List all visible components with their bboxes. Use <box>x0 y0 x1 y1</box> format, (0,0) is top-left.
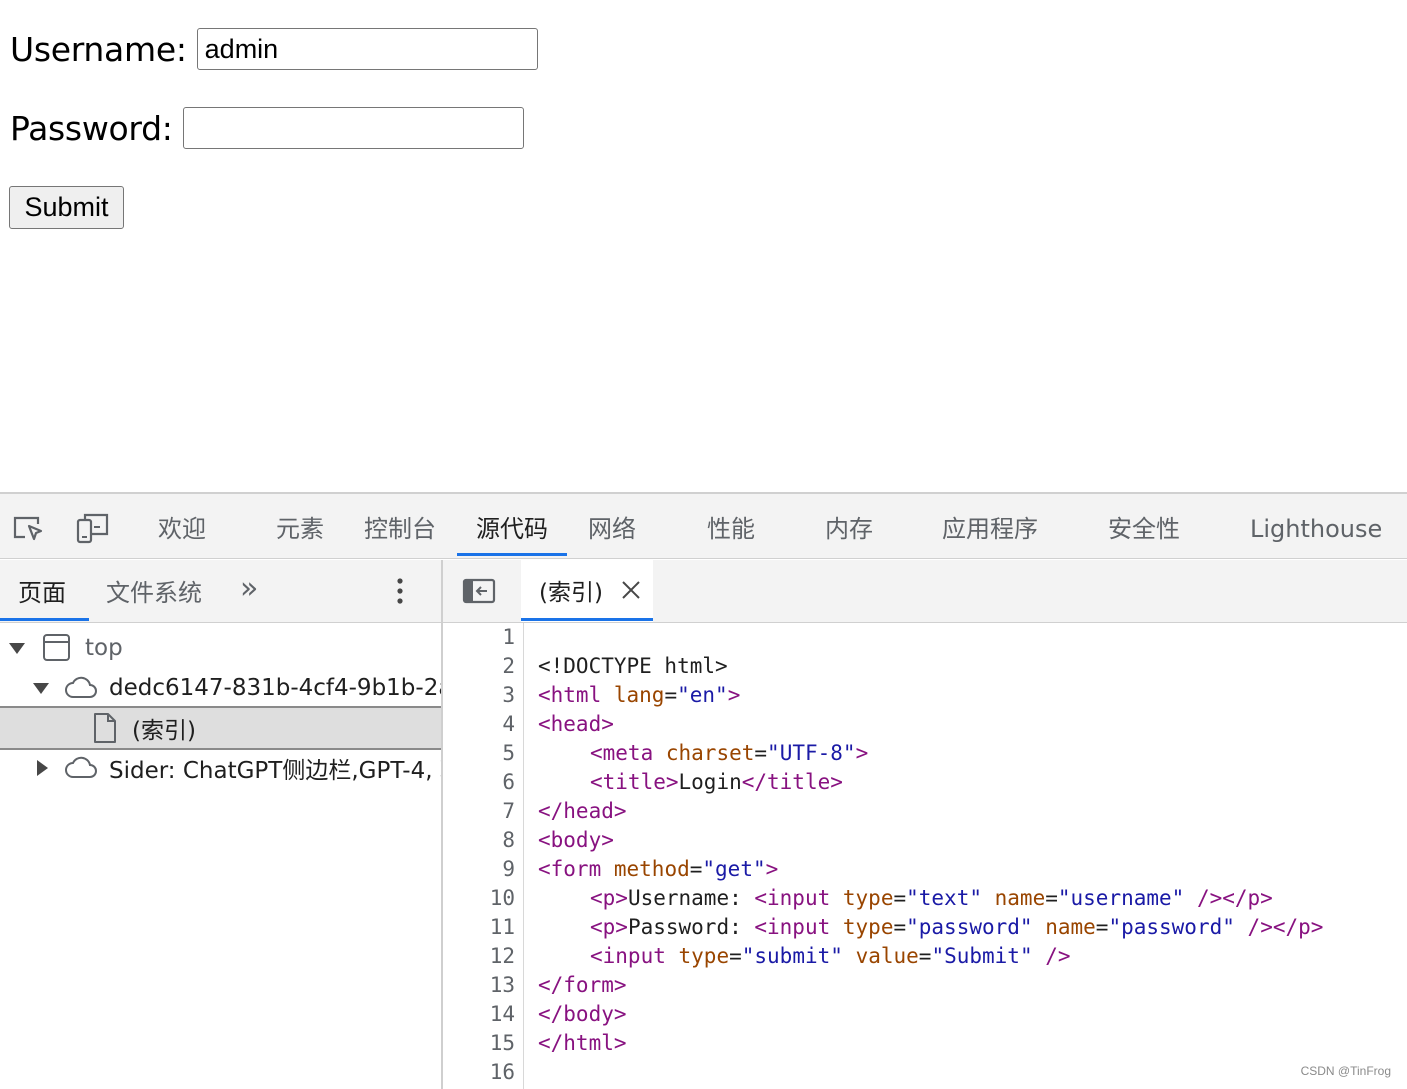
username-value: admin <box>204 33 279 64</box>
devtools-panel: 欢迎 元素 控制台 源代码 网络 性能 内存 应用程序 安全性 Lighthou… <box>0 492 1407 1089</box>
line-number: 14 <box>489 1002 515 1026</box>
editor-tabbar: (索引) <box>443 560 1407 623</box>
file-icon <box>94 713 116 743</box>
username-row: Username: admin <box>10 28 538 70</box>
tab-console[interactable]: 控制台 <box>364 494 436 558</box>
editor-tab-index[interactable]: (索引) <box>521 560 653 622</box>
password-row: Password: <box>10 107 524 149</box>
code-line: </html> <box>538 1031 627 1055</box>
tab-sources[interactable]: 源代码 <box>457 494 567 558</box>
username-input[interactable]: admin <box>196 28 538 70</box>
code-line: <meta charset="UTF-8"> <box>590 741 869 765</box>
tree-item-label: top <box>85 635 123 661</box>
watermark: CSDN @TinFrog <box>1300 1064 1391 1078</box>
tab-memory[interactable]: 内存 <box>825 494 873 558</box>
code-line: </head> <box>538 799 627 823</box>
line-number: 13 <box>489 973 515 997</box>
source-editor: (索引) 1 2 3 4 5 6 7 8 9 10 11 12 13 14 15… <box>443 560 1407 1089</box>
line-number: 12 <box>489 944 515 968</box>
tab-filesystem[interactable]: 文件系统 <box>106 560 202 622</box>
more-tabs-chevron-icon[interactable]: » <box>240 560 258 622</box>
code-line: <form method="get"> <box>538 857 779 881</box>
line-number: 1 <box>502 625 515 649</box>
code-line: <html lang="en"> <box>538 683 741 707</box>
line-number: 9 <box>502 857 515 881</box>
tab-elements[interactable]: 元素 <box>276 494 324 558</box>
tab-network[interactable]: 网络 <box>588 494 636 558</box>
editor-tab-label: (索引) <box>539 580 603 606</box>
sources-navigator: 页面 文件系统 » top dedc6147-831b-4cf4-9b1b-2a… <box>0 560 443 1089</box>
devtools-main-tabbar: 欢迎 元素 控制台 源代码 网络 性能 内存 应用程序 安全性 Lighthou… <box>0 494 1407 559</box>
tree-item-top[interactable]: top <box>0 628 441 668</box>
cloud-icon <box>65 676 97 698</box>
navigator-tabbar: 页面 文件系统 » <box>0 560 441 623</box>
code-line: <head> <box>538 712 614 736</box>
code-line: </body> <box>538 1002 627 1026</box>
line-number: 4 <box>502 712 515 736</box>
code-line: <p>Username: <input type="text" name="us… <box>590 886 1273 910</box>
tree-item-index[interactable]: (索引) <box>0 706 441 750</box>
cloud-icon <box>65 756 97 778</box>
line-number: 2 <box>502 654 515 678</box>
line-number: 10 <box>489 886 515 910</box>
code-line: <!DOCTYPE html> <box>538 654 728 678</box>
toggle-navigator-icon[interactable] <box>462 577 496 605</box>
tree-item-extension[interactable]: Sider: ChatGPT侧边栏,GPT-4, 联 <box>0 748 441 788</box>
tab-welcome[interactable]: 欢迎 <box>158 494 206 558</box>
close-icon[interactable] <box>621 580 641 600</box>
password-label: Password: <box>10 108 173 148</box>
frame-icon <box>43 634 70 661</box>
tree-item-label: dedc6147-831b-4cf4-9b1b-2ac <box>109 675 441 701</box>
tab-security[interactable]: 安全性 <box>1108 494 1180 558</box>
inspect-element-icon[interactable] <box>12 512 46 546</box>
tab-page[interactable]: 页面 <box>0 560 89 622</box>
code-line: </form> <box>538 973 627 997</box>
rendered-page: Username: admin Password: Submit <box>0 0 1407 492</box>
code-line: <input type="submit" value="Submit" /> <box>590 944 1071 968</box>
line-number: 8 <box>502 828 515 852</box>
tree-item-label: (索引) <box>132 718 196 744</box>
line-number: 11 <box>489 915 515 939</box>
line-number-gutter: 1 2 3 4 5 6 7 8 9 10 11 12 13 14 15 16 <box>443 623 524 1089</box>
line-number: 7 <box>502 799 515 823</box>
submit-button[interactable]: Submit <box>9 186 124 229</box>
tree-item-label: Sider: ChatGPT侧边栏,GPT-4, 联 <box>109 758 441 784</box>
tab-application[interactable]: 应用程序 <box>942 494 1038 558</box>
tab-performance[interactable]: 性能 <box>707 494 755 558</box>
collapse-arrow-icon[interactable] <box>37 760 48 776</box>
line-number: 16 <box>489 1060 515 1084</box>
code-line: <body> <box>538 828 614 852</box>
expand-arrow-icon[interactable] <box>9 643 25 654</box>
device-toolbar-icon[interactable] <box>76 512 110 546</box>
line-number: 6 <box>502 770 515 794</box>
line-number: 15 <box>489 1031 515 1055</box>
line-number: 3 <box>502 683 515 707</box>
password-input[interactable] <box>182 107 524 149</box>
line-number: 5 <box>502 741 515 765</box>
tree-item-origin[interactable]: dedc6147-831b-4cf4-9b1b-2ac <box>0 668 441 708</box>
expand-arrow-icon[interactable] <box>33 683 49 694</box>
username-label: Username: <box>10 29 187 69</box>
kebab-menu-icon[interactable] <box>394 576 406 606</box>
code-line: <title>Login</title> <box>590 770 843 794</box>
tab-lighthouse[interactable]: Lighthouse <box>1250 494 1382 558</box>
code-line: <p>Password: <input type="password" name… <box>590 915 1324 939</box>
